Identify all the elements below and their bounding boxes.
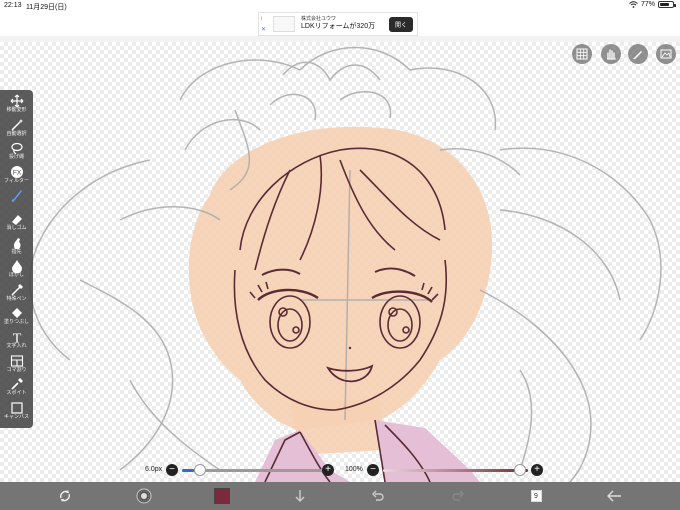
tool-bucket-fill[interactable]: 塗りつぶし [0, 306, 33, 330]
layers-panel-icon [660, 49, 672, 59]
back-button[interactable] [604, 486, 624, 506]
eraser-icon [10, 212, 24, 226]
tool-label: スポイト [6, 390, 27, 397]
status-date: 11月29日(日) [26, 4, 67, 11]
brush-size-plus-button[interactable]: + [322, 464, 334, 476]
bottom-toolbar: 9 [0, 482, 680, 510]
text-icon: T [10, 330, 24, 345]
tool-label: ぼかし [8, 272, 24, 279]
ad-close-icon[interactable]: ✕ [261, 26, 266, 33]
tool-eyedropper[interactable]: スポイト [0, 377, 33, 401]
tool-palette: 移動変形自動選択投げ縄 FX フィルター消しゴム指先ぼかし特殊ペン塗りつぶし T 文字入… [0, 90, 33, 428]
special-pen-icon [10, 283, 24, 297]
tool-label: 文字入れ [6, 343, 27, 349]
redo-button[interactable] [448, 486, 468, 506]
brush-size-minus-button[interactable]: − [166, 464, 178, 476]
hand-icon [607, 49, 616, 60]
battery-icon [658, 1, 676, 8]
tool-special-pen[interactable]: 特殊ペン [0, 283, 33, 307]
battery-level [660, 3, 670, 6]
tool-label: 消しゴム [6, 225, 27, 231]
tool-label: 自動選択 [6, 130, 27, 137]
kimono-fill-right [375, 420, 480, 482]
undo-button[interactable] [368, 486, 388, 506]
tool-label: コマ割り [6, 366, 27, 373]
layer-count-badge: 9 [530, 490, 542, 502]
artwork [29, 46, 662, 482]
ad-info-icon[interactable]: i [261, 16, 262, 22]
brush-size-label: 6.0px [145, 466, 163, 473]
opacity-slider-track[interactable] [383, 469, 528, 472]
brush-tip-icon [136, 488, 152, 504]
status-right: 77% [629, 1, 676, 8]
brush-icon [10, 188, 24, 203]
nose [348, 346, 352, 350]
layers-panel-button[interactable] [656, 44, 676, 64]
transform-button[interactable] [55, 486, 75, 506]
tool-frame-divide[interactable]: コマ割り [0, 354, 33, 378]
pen-settings-button[interactable] [628, 44, 648, 64]
move-icon [10, 94, 24, 108]
ad-logo [273, 16, 295, 32]
opacity-plus-button[interactable]: + [531, 464, 543, 476]
tool-label: 指先 [11, 248, 22, 255]
ad-text: 株式会社ユウワ LDKリフォームが320万 [301, 17, 375, 30]
tool-blur-drop[interactable]: ぼかし [0, 259, 33, 283]
brush-size-slider-knob[interactable] [194, 464, 206, 476]
hand-button[interactable] [601, 44, 621, 64]
redo-icon [452, 490, 464, 501]
tool-label: 移動変形 [6, 107, 27, 113]
fx-icon: FX [10, 165, 24, 179]
tool-magic-wand[interactable]: 自動選択 [0, 118, 33, 142]
status-time: 22:13 [4, 2, 22, 9]
brush-preset-button[interactable] [134, 486, 154, 506]
down-arrow-icon [295, 490, 305, 502]
svg-text:FX: FX [12, 169, 21, 176]
tool-label: 特殊ペン [6, 295, 27, 302]
tool-move[interactable]: 移動変形 [0, 94, 33, 118]
battery-percent: 77% [640, 1, 655, 8]
tool-label: 投げ縄 [8, 154, 24, 161]
status-bar: 22:13 11月29日(日) 77% [0, 0, 680, 12]
pen-settings-icon [633, 51, 642, 59]
tool-brush[interactable] [0, 188, 33, 212]
tool-finger-smudge[interactable]: 指先 [0, 236, 33, 260]
magic-wand-icon [10, 118, 24, 132]
drawing-canvas[interactable] [0, 42, 680, 482]
grid-button[interactable] [572, 44, 592, 64]
canvas-icon [10, 401, 24, 415]
tool-canvas[interactable]: キャンバス [0, 401, 33, 425]
opacity-slider-knob[interactable] [514, 464, 526, 476]
opacity-label: 100% [345, 466, 363, 473]
undo-icon [372, 490, 384, 501]
tool-label: キャンバス [3, 413, 29, 420]
ad-banner[interactable]: i ✕ 株式会社ユウワ LDKリフォームが320万 開く [258, 12, 418, 36]
rotate-arrows-icon [60, 490, 70, 502]
brush-size-slider-fill [182, 469, 194, 472]
tool-label: フィルター [4, 177, 29, 184]
wifi-icon [629, 1, 638, 8]
grid-icon [576, 48, 588, 60]
tool-lasso[interactable]: 投げ縄 [0, 141, 33, 165]
layers-button[interactable]: 9 [526, 486, 546, 506]
download-button[interactable] [290, 486, 310, 506]
color-picker-button[interactable] [212, 486, 232, 506]
back-arrow-icon [607, 490, 621, 502]
tool-label: 塗りつぶし [3, 319, 30, 326]
ad-title: LDKリフォームが320万 [301, 22, 376, 30]
tool-text[interactable]: T 文字入れ [0, 330, 33, 354]
ad-open-button[interactable]: 開く [388, 16, 413, 32]
tool-eraser[interactable]: 消しゴム [0, 212, 33, 236]
tool-fx[interactable]: FX フィルター [0, 165, 33, 189]
opacity-minus-button[interactable]: − [367, 464, 379, 476]
finger-smudge-icon [10, 236, 24, 250]
frame-divide-icon [10, 354, 24, 368]
current-color-swatch [214, 488, 230, 504]
